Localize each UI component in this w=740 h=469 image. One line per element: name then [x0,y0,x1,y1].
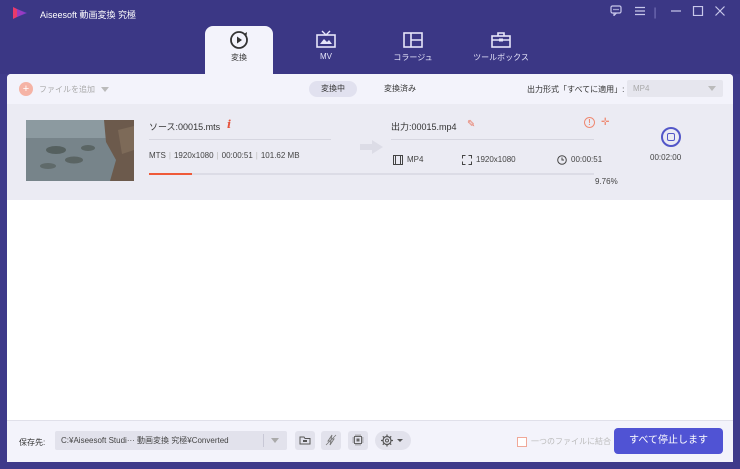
save-path-value: C:¥Aiseesoft Studi··· 動画変換 究極¥Converted [61,436,229,445]
chevron-down-icon [271,438,279,443]
tab-converting[interactable]: 変換中 [309,81,357,97]
settings-button[interactable] [375,431,411,450]
save-to-label: 保存先: [19,438,46,447]
stop-icon [667,133,675,141]
close-icon[interactable] [712,4,728,20]
merge-checkbox[interactable] [517,436,527,447]
source-meta: MTS | 1920x1080 | 00:00:51 | 101.62 MB [149,151,300,160]
maximize-icon[interactable] [690,4,706,20]
tab-label: コラージュ [393,53,433,62]
tab-label: 変換 [231,53,247,62]
collage-icon [403,32,423,48]
stop-all-button[interactable]: すべて停止します [614,428,723,454]
arrow-right-icon [360,140,383,154]
toolbox-icon [491,32,511,48]
app-logo-icon [13,7,27,19]
convert-panel: + ファイルを追加 変換中 変換済み 出力形式「すべてに適用」: MP4 ソース [7,74,733,462]
titlebar-divider: | [653,5,657,19]
convert-icon [230,31,248,49]
gpu-acceleration-button[interactable] [348,431,368,450]
film-icon [393,155,403,165]
source-duration: 00:00:51 [221,151,253,160]
gear-icon [381,434,403,447]
output-format-value: MP4 [633,84,650,93]
video-thumbnail[interactable] [26,120,134,181]
hardware-acceleration-button[interactable] [321,431,341,450]
tab-convert[interactable]: 変換 [205,26,273,74]
add-file-label: ファイルを追加 [39,84,95,94]
output-divider [391,139,594,140]
remaining-time: 00:02:00 [650,153,682,162]
chevron-down-icon [708,86,716,91]
stop-item-button[interactable] [661,127,681,147]
tab-toolbox[interactable]: ツールボックス [467,26,535,74]
source-divider [149,139,331,140]
output-info-icon[interactable]: ! [584,117,595,128]
lightning-off-icon [325,434,337,446]
app-title: Aiseesoft 動画変換 究極 [40,10,137,20]
edit-name-icon[interactable]: ✎ [467,119,475,130]
source-resolution: 1920x1080 [173,151,214,160]
menu-icon[interactable] [632,4,648,20]
cut-icon[interactable]: ✛ [601,117,609,128]
add-file-button[interactable]: + ファイルを追加 [19,81,109,97]
output-resolution: 1920x1080 [476,155,516,164]
tab-mv[interactable]: MV [292,26,360,74]
tv-icon [316,30,336,48]
chevron-down-icon[interactable] [101,86,109,92]
resolution-icon [462,155,472,165]
output-filename: 出力:00015.mp4 [391,122,457,132]
clock-icon [557,155,567,165]
tab-label: MV [320,52,332,61]
merge-label: 一つのファイルに結合 [531,437,611,446]
select-divider [263,434,264,447]
output-format-select[interactable]: MP4 [627,80,723,97]
main-nav: 変換 MV コラージュ ツールボックス [0,26,740,74]
output-format-label: 出力形式「すべてに適用」: [527,85,625,94]
folder-icon [299,436,311,445]
open-folder-button[interactable] [295,431,315,450]
progress-bar [149,173,594,175]
feedback-icon[interactable] [608,4,624,20]
title-bar: Aiseesoft 動画変換 究極 | [0,0,740,26]
source-format: MTS [149,151,166,160]
tab-collage[interactable]: コラージュ [379,26,447,74]
bottom-bar: 保存先: C:¥Aiseesoft Studi··· 動画変換 究極¥Conve… [7,420,733,462]
merge-option[interactable]: 一つのファイルに結合 [517,436,611,447]
source-size: 101.62 MB [260,151,300,160]
panel-toolbar: + ファイルを追加 変換中 変換済み 出力形式「すべてに適用」: MP4 [7,74,733,104]
tab-label: ツールボックス [473,53,529,62]
chip-off-icon [352,434,364,446]
source-info-icon[interactable]: i [227,118,231,131]
progress-fill [149,173,193,175]
minimize-icon[interactable] [668,4,684,20]
save-path-select[interactable]: C:¥Aiseesoft Studi··· 動画変換 究極¥Converted [55,431,287,450]
output-duration: 00:00:51 [571,155,603,164]
plus-icon: + [19,82,33,96]
tab-converted[interactable]: 変換済み [372,81,428,97]
output-format: MP4 [407,155,424,164]
source-filename: ソース:00015.mts [149,122,221,132]
progress-percent: 9.76% [595,177,618,186]
conversion-item: ソース:00015.mts i MTS | 1920x1080 | 00:00:51 | 1… [7,104,733,200]
